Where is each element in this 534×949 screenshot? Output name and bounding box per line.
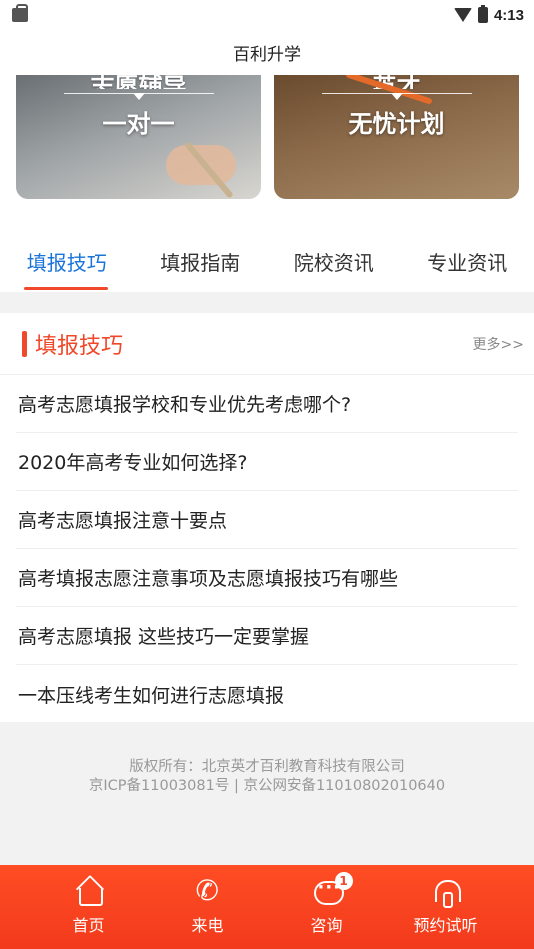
more-link[interactable]: 更多>> [473,334,524,354]
nav-label: 首页 [72,916,105,935]
status-bar: 4:13 [0,0,534,30]
section-marker [22,330,27,357]
nav-label: 来电 [191,916,224,935]
nav-consult[interactable]: 1 咨询 [267,865,386,949]
phone-icon [194,874,222,907]
section-title-group: 填报技巧 [22,328,123,360]
banner-card-plan[interactable]: 英才 无忧计划 [274,75,519,199]
category-tabs: 填报技巧 填报指南 院校资讯 专业资讯 [0,235,534,292]
copyright-text: 版权所有：北京英才百利教育科技有限公司 [129,759,405,775]
tab-label: 填报指南 [160,251,241,275]
headset-icon [432,878,461,908]
tab-label: 院校资讯 [293,251,374,275]
article-item[interactable]: 高考志愿填报 这些技巧一定要掌握 [16,607,518,665]
title-bar: 百利升学 [0,30,534,75]
banner-main-text: 无忧计划 [348,110,445,138]
bag-icon [12,4,28,22]
banner-card-tutoring[interactable]: 志愿辅导 一对一 [16,75,261,199]
tips-section: 填报技巧 更多>> 高考志愿填报学校和专业优先考虑哪个? 2020年高考专业如何… [0,313,534,722]
article-item[interactable]: 一本压线考生如何进行志愿填报 [16,665,518,723]
footer: 版权所有：北京英才百利教育科技有限公司 京ICP备11003081号 | 京公网… [0,758,534,796]
banner-divider [63,93,214,100]
tab-tips[interactable]: 填报技巧 [0,235,134,292]
status-right: 4:13 [453,5,524,24]
section-header: 填报技巧 更多>> [0,313,534,375]
nav-home[interactable]: 首页 [29,865,148,949]
article-list: 高考志愿填报学校和专业优先考虑哪个? 2020年高考专业如何选择? 高考志愿填报… [0,375,534,723]
status-left [12,4,28,22]
tab-guide[interactable]: 填报指南 [134,235,268,292]
tab-label: 填报技巧 [26,251,107,275]
home-icon [75,878,103,906]
bottom-nav: 首页 来电 1 咨询 预约试听 [0,865,534,949]
tab-major-news[interactable]: 专业资讯 [401,235,534,292]
banner-main-text: 一对一 [102,110,175,138]
nav-label: 预约试听 [413,916,478,935]
nav-call[interactable]: 来电 [148,865,267,949]
article-item[interactable]: 高考志愿填报注意十要点 [16,491,518,549]
article-item[interactable]: 2020年高考专业如何选择? [16,433,518,491]
article-item[interactable]: 高考志愿填报学校和专业优先考虑哪个? [16,375,518,433]
section-title: 填报技巧 [35,333,124,359]
tab-school-news[interactable]: 院校资讯 [267,235,401,292]
article-item[interactable]: 高考填报志愿注意事项及志愿填报技巧有哪些 [16,549,518,607]
status-time: 4:13 [493,6,524,24]
wifi-icon [453,8,472,22]
nav-trial[interactable]: 预约试听 [386,865,505,949]
banner-area: 志愿辅导 一对一 英才 无忧计划 [0,75,534,235]
battery-icon [477,5,488,23]
icp-text: 京ICP备11003081号 | 京公网安备11010802010640 [88,778,446,794]
banner-divider [321,93,472,100]
tab-active-indicator [24,287,108,290]
nav-label: 咨询 [310,916,343,935]
tab-label: 专业资讯 [427,251,508,275]
banner-top-text: 志愿辅导 [90,75,187,89]
unread-badge: 1 [334,872,353,890]
page-title: 百利升学 [233,45,301,65]
chat-icon: 1 [313,872,353,906]
